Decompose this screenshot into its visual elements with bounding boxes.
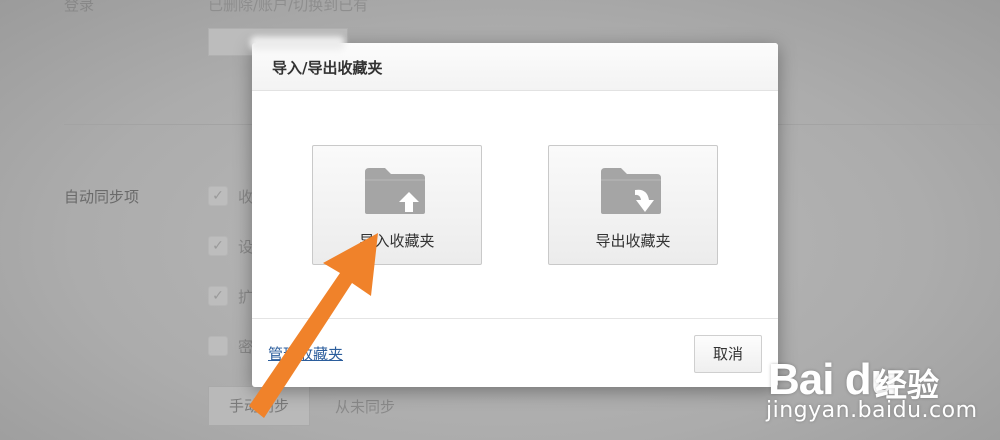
export-favorites-button[interactable]: 导出收藏夹: [548, 145, 718, 265]
folder-download-icon: [601, 168, 661, 214]
manual-sync-button[interactable]: 手动同步: [208, 386, 310, 426]
account-label: 登录: [64, 0, 95, 14]
dialog-title: 导入/导出收藏夹: [272, 59, 383, 77]
dialog-footer-divider: [252, 318, 778, 319]
auto-sync-label: 自动同步项: [64, 188, 140, 206]
import-favorites-label: 导入收藏夹: [359, 232, 435, 250]
manage-favorites-link[interactable]: 管理收藏夹: [268, 343, 343, 364]
sync-checkbox-label: 扩: [238, 288, 254, 306]
import-export-dialog: 导入/导出收藏夹 导入收藏夹 导出收藏夹 管理收藏夹 取消: [252, 43, 778, 387]
sync-checkbox-label: 密: [238, 338, 254, 356]
import-favorites-button[interactable]: 导入收藏夹: [312, 145, 482, 265]
watermark-url: jingyan.baidu.com: [766, 398, 978, 423]
sync-checkbox-extensions[interactable]: ✓: [208, 286, 228, 306]
sync-checkbox-settings[interactable]: ✓: [208, 236, 228, 256]
sync-checkbox-label: 设: [238, 238, 254, 256]
export-favorites-label: 导出收藏夹: [595, 232, 671, 250]
sync-status-text: 从未同步: [335, 398, 396, 416]
sync-checkbox-passwords[interactable]: [208, 336, 228, 356]
sync-checkbox-label: 收: [238, 188, 254, 206]
account-status-text: 已删除/账户/切换到已有: [208, 0, 369, 14]
dialog-header: 导入/导出收藏夹: [252, 43, 778, 91]
blurred-region: [250, 36, 345, 50]
sync-checkbox-favorites[interactable]: ✓: [208, 186, 228, 206]
cancel-button[interactable]: 取消: [694, 335, 762, 373]
folder-upload-icon: [365, 168, 425, 214]
